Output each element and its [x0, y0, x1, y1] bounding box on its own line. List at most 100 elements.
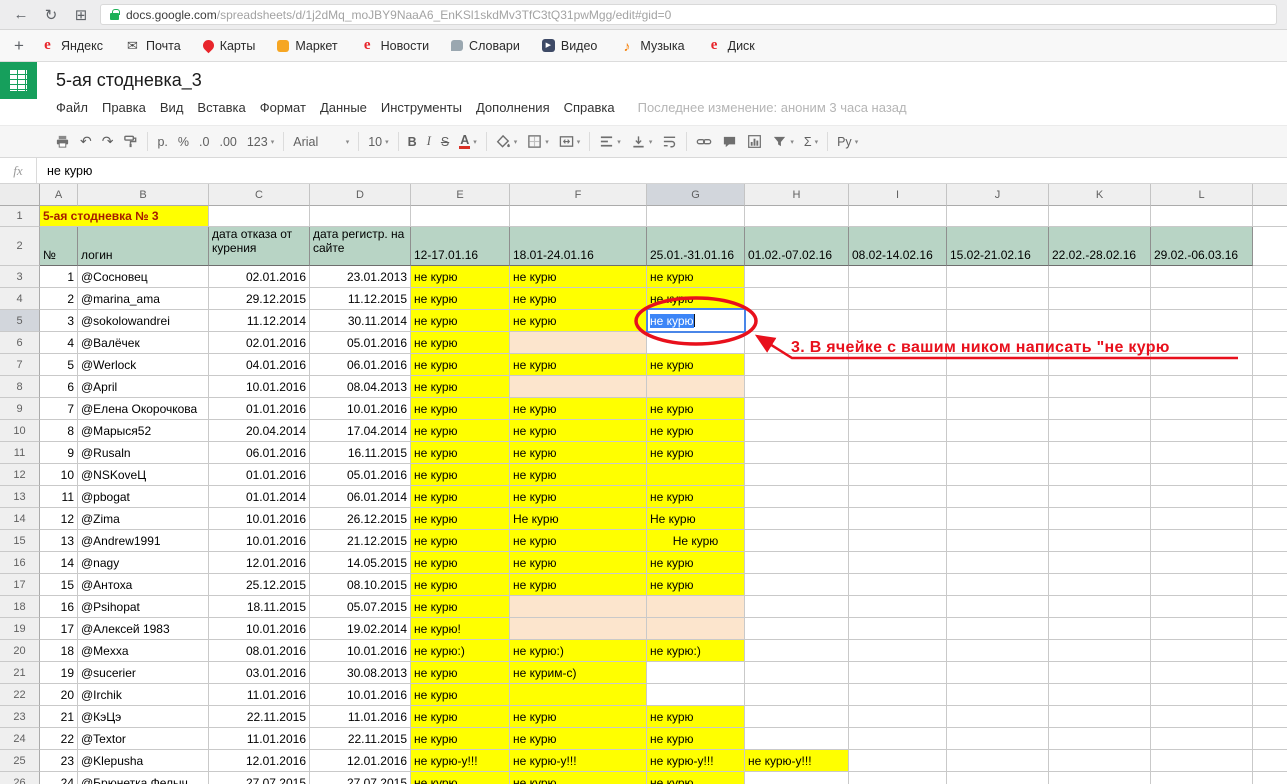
cell[interactable]: не курю:): [411, 640, 510, 662]
cell[interactable]: 10.01.2016: [310, 398, 411, 420]
cell[interactable]: [1253, 596, 1287, 618]
bookmark-music[interactable]: ♪Музыка: [619, 38, 684, 53]
cell[interactable]: 01.01.2016: [209, 464, 310, 486]
cell[interactable]: [1049, 530, 1151, 552]
cell[interactable]: [947, 530, 1049, 552]
cell[interactable]: не курю: [411, 706, 510, 728]
cell[interactable]: [849, 772, 947, 784]
cell[interactable]: [647, 376, 745, 398]
cell[interactable]: [1253, 618, 1287, 640]
cell[interactable]: 29.12.2015: [209, 288, 310, 310]
cell[interactable]: [947, 552, 1049, 574]
cell[interactable]: @Сосновец: [78, 266, 209, 288]
cell[interactable]: не курю: [510, 442, 647, 464]
cell[interactable]: [1151, 310, 1253, 332]
cell[interactable]: @Rusaln: [78, 442, 209, 464]
cell[interactable]: @Werlock: [78, 354, 209, 376]
column-header-E[interactable]: E: [411, 184, 510, 206]
cell[interactable]: 16.11.2015: [310, 442, 411, 464]
cell[interactable]: [849, 508, 947, 530]
cell[interactable]: [1049, 206, 1151, 227]
select-all-corner[interactable]: [0, 184, 40, 206]
header-cell[interactable]: 25.01.-31.01.16: [647, 227, 745, 266]
cell[interactable]: 14.05.2015: [310, 552, 411, 574]
cell[interactable]: 5: [40, 354, 78, 376]
cell[interactable]: не курю: [411, 574, 510, 596]
cell[interactable]: не курю: [510, 288, 647, 310]
column-header-L[interactable]: L: [1151, 184, 1253, 206]
cell[interactable]: [947, 206, 1049, 227]
row-header-22[interactable]: 22: [0, 684, 40, 706]
cell[interactable]: [849, 420, 947, 442]
print-button[interactable]: [50, 129, 75, 155]
cell[interactable]: [745, 772, 849, 784]
cell[interactable]: [947, 684, 1049, 706]
cell[interactable]: не курю-у!!!: [647, 750, 745, 772]
row-header-5[interactable]: 5: [0, 310, 40, 332]
cell[interactable]: [1151, 420, 1253, 442]
column-header-G[interactable]: G: [647, 184, 745, 206]
filter-button[interactable]: ▾: [767, 129, 799, 155]
cell[interactable]: [1151, 662, 1253, 684]
cell[interactable]: [745, 662, 849, 684]
cell[interactable]: 21: [40, 706, 78, 728]
row-header-8[interactable]: 8: [0, 376, 40, 398]
cell[interactable]: 11.01.2016: [310, 706, 411, 728]
cell[interactable]: не курю: [411, 266, 510, 288]
cell[interactable]: [1253, 464, 1287, 486]
cell[interactable]: [947, 310, 1049, 332]
cell[interactable]: 03.01.2016: [209, 662, 310, 684]
row-header-13[interactable]: 13: [0, 486, 40, 508]
cell[interactable]: 01.01.2016: [209, 398, 310, 420]
row-header-23[interactable]: 23: [0, 706, 40, 728]
cell[interactable]: [947, 618, 1049, 640]
cell[interactable]: [1151, 354, 1253, 376]
cell[interactable]: 27.07.2015: [209, 772, 310, 784]
column-header-F[interactable]: F: [510, 184, 647, 206]
menu-item-7[interactable]: Дополнения: [469, 96, 557, 119]
cell[interactable]: не курю: [510, 574, 647, 596]
cell[interactable]: 27.07.2015: [310, 772, 411, 784]
cell[interactable]: @Валёчек: [78, 332, 209, 354]
row-header-25[interactable]: 25: [0, 750, 40, 772]
row-header-11[interactable]: 11: [0, 442, 40, 464]
cell[interactable]: [1253, 750, 1287, 772]
cell[interactable]: @Марыся52: [78, 420, 209, 442]
cell[interactable]: [745, 376, 849, 398]
header-cell[interactable]: №: [40, 227, 78, 266]
cell[interactable]: [1151, 618, 1253, 640]
cell[interactable]: [745, 288, 849, 310]
cell[interactable]: [1253, 310, 1287, 332]
cell[interactable]: 18.11.2015: [209, 596, 310, 618]
cell[interactable]: 17: [40, 618, 78, 640]
cell[interactable]: [849, 750, 947, 772]
cell[interactable]: не курю: [647, 354, 745, 376]
cell[interactable]: не курю: [411, 486, 510, 508]
cell[interactable]: 10.01.2016: [209, 376, 310, 398]
cell[interactable]: [849, 266, 947, 288]
format-currency-button[interactable]: р.: [152, 129, 172, 155]
cell[interactable]: не курю: [411, 332, 510, 354]
reload-button[interactable]: ↻: [40, 6, 62, 24]
menu-item-6[interactable]: Инструменты: [374, 96, 469, 119]
row-header-2[interactable]: 2: [0, 227, 40, 266]
cell[interactable]: [947, 442, 1049, 464]
header-cell[interactable]: 29.02.-06.03.16: [1151, 227, 1253, 266]
cell[interactable]: не курю: [647, 772, 745, 784]
cell[interactable]: [849, 288, 947, 310]
cell[interactable]: [745, 206, 849, 227]
cell[interactable]: [1151, 750, 1253, 772]
column-header-J[interactable]: J: [947, 184, 1049, 206]
cell[interactable]: 18: [40, 640, 78, 662]
cell[interactable]: [1049, 486, 1151, 508]
cell[interactable]: [1049, 288, 1151, 310]
cell[interactable]: 10.01.2016: [209, 508, 310, 530]
header-cell[interactable]: 22.02.-28.02.16: [1049, 227, 1151, 266]
cell[interactable]: не курю: [647, 706, 745, 728]
cell[interactable]: [1151, 464, 1253, 486]
cell[interactable]: [1151, 596, 1253, 618]
cell[interactable]: @Антоха: [78, 574, 209, 596]
column-header-K[interactable]: K: [1049, 184, 1151, 206]
cell[interactable]: [745, 266, 849, 288]
apps-grid-icon[interactable]: ⊞: [70, 6, 92, 24]
